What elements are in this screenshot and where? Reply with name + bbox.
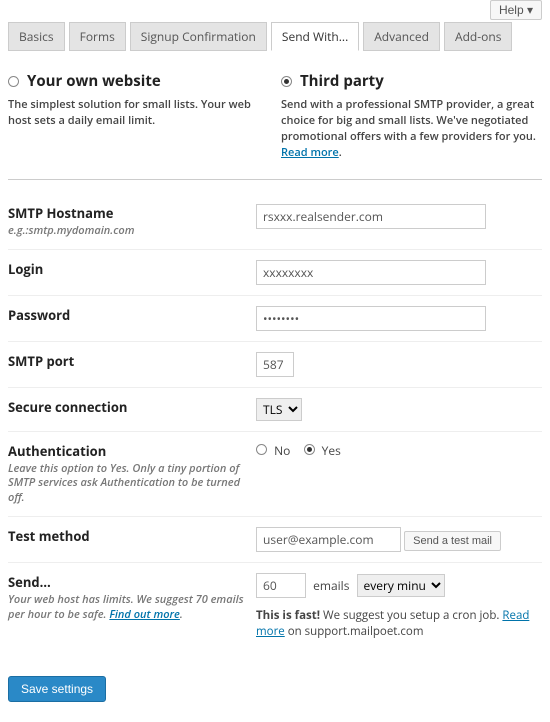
save-settings-button[interactable]: Save settings <box>8 676 106 702</box>
smtp-hostname-input[interactable] <box>256 204 486 229</box>
tab-signup-confirmation[interactable]: Signup Confirmation <box>130 22 267 51</box>
tabs: Basics Forms Signup Confirmation Send Wi… <box>8 22 542 51</box>
smtp-hostname-label-text: SMTP Hostname <box>8 204 113 222</box>
auth-yes-label: Yes <box>322 442 341 459</box>
radio-third-party[interactable] <box>281 76 292 87</box>
method-third-desc: Send with a professional SMTP provider, … <box>281 97 542 161</box>
send-test-mail-button[interactable]: Send a test mail <box>404 531 501 551</box>
send-fast-note: This is fast! We suggest you setup a cro… <box>256 608 542 640</box>
send-find-out-more-link[interactable]: Find out more <box>109 607 180 622</box>
method-own-title: Your own website <box>27 71 161 91</box>
login-input[interactable] <box>256 260 486 285</box>
smtp-port-input[interactable] <box>256 352 294 377</box>
radio-own-website[interactable] <box>8 76 19 87</box>
password-label: Password <box>8 306 256 324</box>
authentication-hint: Leave this option to Yes. Only a tiny po… <box>8 462 256 507</box>
send-label: Send… Your web host has limits. We sugge… <box>8 573 256 623</box>
help-button[interactable]: Help ▾ <box>490 0 542 20</box>
tab-send-with[interactable]: Send With... <box>271 22 359 51</box>
divider <box>8 179 542 180</box>
method-third-read-more-link[interactable]: Read more <box>281 145 339 160</box>
method-third-desc-dot: . <box>339 145 342 160</box>
test-email-input[interactable] <box>256 527 401 552</box>
smtp-hostname-label: SMTP Hostname e.g.:smtp.mydomain.com <box>8 204 256 239</box>
smtp-port-label: SMTP port <box>8 352 256 370</box>
send-hint-dot: . <box>180 607 183 622</box>
method-own-desc: The simplest solution for small lists. Y… <box>8 97 269 129</box>
method-third-title: Third party <box>300 71 384 91</box>
send-fast-strong: This is fast! <box>256 608 320 623</box>
login-label: Login <box>8 260 256 278</box>
authentication-label-text: Authentication <box>8 442 106 460</box>
authentication-label: Authentication Leave this option to Yes.… <box>8 442 256 507</box>
test-method-label: Test method <box>8 527 256 545</box>
tab-basics[interactable]: Basics <box>8 22 65 51</box>
send-hint: Your web host has limits. We suggest 70 … <box>8 593 256 623</box>
tab-forms[interactable]: Forms <box>69 22 126 51</box>
password-input[interactable] <box>256 306 486 331</box>
auth-yes-radio[interactable] <box>304 444 315 455</box>
send-fast-tail: on support.mailpoet.com <box>285 624 424 639</box>
auth-no-label: No <box>274 442 290 459</box>
send-label-text: Send… <box>8 573 51 591</box>
secure-connection-label: Secure connection <box>8 398 256 416</box>
smtp-hostname-hint: e.g.:smtp.mydomain.com <box>8 224 256 239</box>
method-third-desc-text: Send with a professional SMTP provider, … <box>281 97 536 144</box>
auth-no-radio[interactable] <box>256 444 267 455</box>
secure-connection-select[interactable]: TLS <box>256 398 302 421</box>
tab-add-ons[interactable]: Add-ons <box>444 22 512 51</box>
tab-advanced[interactable]: Advanced <box>363 22 440 51</box>
send-fast-text: We suggest you setup a cron job. <box>320 608 502 623</box>
